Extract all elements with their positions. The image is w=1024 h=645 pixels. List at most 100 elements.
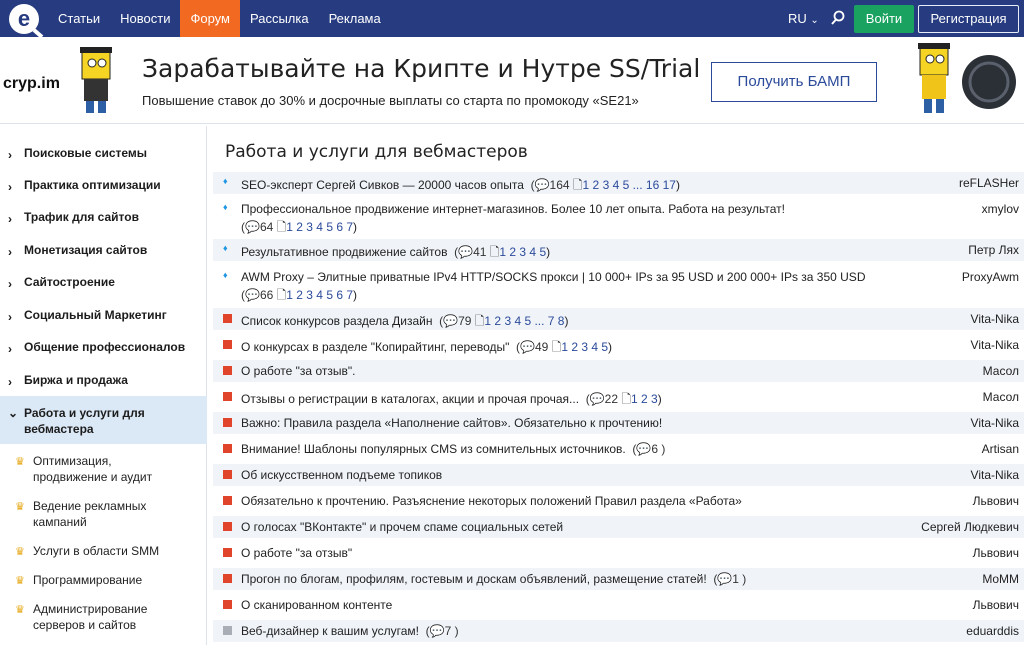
topic-title[interactable]: AWM Proxy – Элитные приватные IPv4 HTTP/… bbox=[241, 270, 865, 284]
topic-author[interactable]: Масол bbox=[983, 364, 1019, 378]
sidebar-item-webmaster-services[interactable]: ⌄ Работа и услуги для вебмастера bbox=[0, 396, 207, 444]
sidebar-item-label: Биржа и продажа bbox=[24, 373, 128, 387]
topic-pages[interactable]: 1 2 3 4 5 ... 16 17 bbox=[583, 178, 676, 192]
topic-row[interactable]: Об искусственном подъеме топиков Vita-Ni… bbox=[213, 464, 1024, 486]
topic-title[interactable]: SEO-эксперт Сергей Сивков — 20000 часов … bbox=[241, 178, 524, 192]
sidebar-item-social-marketing[interactable]: › Социальный Маркетинг bbox=[0, 308, 207, 324]
topic-row[interactable]: О работе "за отзыв" Львович bbox=[213, 542, 1024, 564]
topic-title[interactable]: О голосах "ВКонтакте" и прочем спаме соц… bbox=[241, 520, 563, 534]
topic-title[interactable]: Внимание! Шаблоны популярных CMS из сомн… bbox=[241, 442, 626, 456]
topic-title[interactable]: Список конкурсов раздела Дизайн bbox=[241, 314, 432, 328]
topic-row[interactable]: Веб-дизайнер к вашим услугам! (💬7 ) edua… bbox=[213, 620, 1024, 642]
topic-author[interactable]: Сергей Людкевич bbox=[921, 520, 1019, 534]
banner-cta-button[interactable]: Получить БАМП bbox=[711, 62, 877, 102]
topic-author[interactable]: Artisan bbox=[982, 442, 1019, 456]
sidebar-item-exchange[interactable]: › Биржа и продажа bbox=[0, 373, 207, 389]
topic-row[interactable]: Важно: Правила раздела «Наполнение сайто… bbox=[213, 412, 1024, 434]
sidebar-subitem-programming[interactable]: ♛ Программирование bbox=[0, 572, 207, 588]
topic-author[interactable]: Петр Лях bbox=[968, 243, 1019, 257]
language-selector[interactable]: RU ⌄ bbox=[788, 0, 819, 37]
topic-row[interactable]: ♦ Профессиональное продвижение интернет-… bbox=[213, 198, 1024, 236]
topic-author[interactable]: reFLASHer bbox=[959, 176, 1019, 190]
topic-title[interactable]: О сканированном контенте bbox=[241, 598, 392, 612]
topic-title[interactable]: Об искусственном подъеме топиков bbox=[241, 468, 442, 482]
sidebar-item-site-building[interactable]: › Сайтостроение bbox=[0, 275, 207, 291]
topic-pages[interactable]: 1 2 3 4 5 6 7 bbox=[286, 288, 353, 302]
topic-author[interactable]: Vita-Nika bbox=[971, 416, 1019, 430]
sidebar-item-traffic[interactable]: › Трафик для сайтов bbox=[0, 210, 207, 226]
topic-row[interactable]: Список конкурсов раздела Дизайн (💬79 🗋1 … bbox=[213, 308, 1024, 330]
topic-title[interactable]: Результативное продвижение сайтов bbox=[241, 245, 447, 259]
register-button[interactable]: Регистрация bbox=[918, 5, 1019, 33]
nav-articles[interactable]: Статьи bbox=[48, 0, 110, 37]
sidebar-item-label: Монетизация сайтов bbox=[24, 243, 148, 257]
topic-row[interactable]: ♦ AWM Proxy – Элитные приватные IPv4 HTT… bbox=[213, 266, 1024, 304]
sidebar-subitem-label: Услуги в области SMM bbox=[33, 544, 160, 558]
topic-meta-end: ) bbox=[546, 245, 551, 259]
topic-row[interactable]: Обязательно к прочтению. Разъяснение нек… bbox=[213, 490, 1024, 512]
topic-list-panel: Работа и услуги для вебмастеров ♦ SEO-эк… bbox=[208, 126, 1024, 645]
topic-pages[interactable]: 1 2 3 bbox=[631, 392, 658, 406]
topic-row[interactable]: О работе "за отзыв". Масол bbox=[213, 360, 1024, 382]
topic-row[interactable]: ♦ Результативное продвижение сайтов (💬41… bbox=[213, 239, 1024, 261]
nav-news[interactable]: Новости bbox=[110, 0, 180, 37]
topic-title[interactable]: О конкурсах в разделе "Копирайтинг, пере… bbox=[241, 340, 509, 354]
chevron-down-icon: ⌄ bbox=[8, 406, 19, 420]
topic-meta: (💬1 ) bbox=[713, 572, 747, 586]
topic-author[interactable]: xmylov bbox=[982, 202, 1019, 216]
topic-marker-icon bbox=[223, 392, 232, 403]
sidebar-subitem-ads[interactable]: ♛ Ведение рекламных кампаний bbox=[0, 498, 207, 530]
login-button[interactable]: Войти bbox=[854, 5, 914, 33]
topic-author[interactable]: Львович bbox=[973, 598, 1019, 612]
topic-marker-icon bbox=[223, 340, 232, 351]
topic-row[interactable]: ♦ SEO-эксперт Сергей Сивков — 20000 часо… bbox=[213, 172, 1024, 194]
topic-row[interactable]: О конкурсах в разделе "Копирайтинг, пере… bbox=[213, 334, 1024, 356]
topic-pages[interactable]: 1 2 3 4 5 6 7 bbox=[286, 220, 353, 234]
topic-author[interactable]: Vita-Nika bbox=[971, 338, 1019, 352]
sidebar-subitem-smm[interactable]: ♛ Услуги в области SMM bbox=[0, 543, 207, 559]
topic-pages[interactable]: 1 2 3 4 5 ... 7 8 bbox=[484, 314, 564, 328]
topic-author[interactable]: Львович bbox=[973, 494, 1019, 508]
topic-title[interactable]: Прогон по блогам, профилям, гостевым и д… bbox=[241, 572, 707, 586]
topic-row[interactable]: Отзывы о регистрации в каталогах, акции … bbox=[213, 386, 1024, 408]
nav-forum[interactable]: Форум bbox=[180, 0, 240, 37]
forum-sidebar: › Поисковые системы › Практика оптимизации… bbox=[0, 126, 207, 645]
sidebar-subitem-label: Программирование bbox=[33, 573, 143, 587]
sidebar-item-monetization[interactable]: › Монетизация сайтов bbox=[0, 243, 207, 259]
topic-marker-icon bbox=[223, 366, 232, 377]
sidebar-item-professionals[interactable]: › Общение профессионалов bbox=[0, 340, 207, 356]
sidebar-subitem-admin[interactable]: ♛ Администрирование серверов и сайтов bbox=[0, 601, 207, 633]
cartoon-character-icon bbox=[80, 47, 112, 113]
ad-banner[interactable]: cryp.im Зарабатывайте на Крипте и Нутре … bbox=[0, 37, 1024, 124]
sidebar-item-optimization[interactable]: › Практика оптимизации bbox=[0, 178, 207, 194]
site-logo-icon[interactable]: e bbox=[5, 2, 45, 38]
nav-ads[interactable]: Реклама bbox=[319, 0, 391, 37]
topic-row[interactable]: О сканированном контенте Львович bbox=[213, 594, 1024, 616]
topic-author[interactable]: eduarddis bbox=[966, 624, 1019, 638]
topic-pages[interactable]: 1 2 3 4 5 bbox=[499, 245, 546, 259]
topic-title[interactable]: Профессиональное продвижение интернет-ма… bbox=[241, 202, 785, 216]
topic-pages[interactable]: 1 2 3 4 5 bbox=[561, 340, 608, 354]
topic-row[interactable]: О голосах "ВКонтакте" и прочем спаме соц… bbox=[213, 516, 1024, 538]
topic-title[interactable]: Веб-дизайнер к вашим услугам! bbox=[241, 624, 419, 638]
topic-row[interactable]: Прогон по блогам, профилям, гостевым и д… bbox=[213, 568, 1024, 590]
section-title: Работа и услуги для вебмастеров bbox=[225, 142, 528, 162]
topic-title[interactable]: Обязательно к прочтению. Разъяснение нек… bbox=[241, 494, 742, 508]
topic-title[interactable]: О работе "за отзыв". bbox=[241, 364, 355, 378]
topic-marker-icon bbox=[223, 626, 232, 637]
topic-title[interactable]: Важно: Правила раздела «Наполнение сайто… bbox=[241, 416, 662, 430]
topic-author[interactable]: Масол bbox=[983, 390, 1019, 404]
topic-author[interactable]: Львович bbox=[973, 546, 1019, 560]
search-icon[interactable] bbox=[830, 10, 846, 26]
nav-mailing[interactable]: Рассылка bbox=[240, 0, 319, 37]
topic-row[interactable]: Внимание! Шаблоны популярных CMS из сомн… bbox=[213, 438, 1024, 460]
sidebar-item-search-engines[interactable]: › Поисковые системы bbox=[0, 146, 207, 162]
topic-title[interactable]: Отзывы о регистрации в каталогах, акции … bbox=[241, 392, 579, 406]
topic-author[interactable]: MoMM bbox=[982, 572, 1019, 586]
topic-marker-icon bbox=[223, 548, 232, 559]
topic-author[interactable]: ProxyAwm bbox=[962, 270, 1019, 284]
topic-author[interactable]: Vita-Nika bbox=[971, 468, 1019, 482]
sidebar-subitem-seo[interactable]: ♛ Оптимизация, продвижение и аудит bbox=[0, 453, 207, 485]
topic-title[interactable]: О работе "за отзыв" bbox=[241, 546, 352, 560]
topic-author[interactable]: Vita-Nika bbox=[971, 312, 1019, 326]
